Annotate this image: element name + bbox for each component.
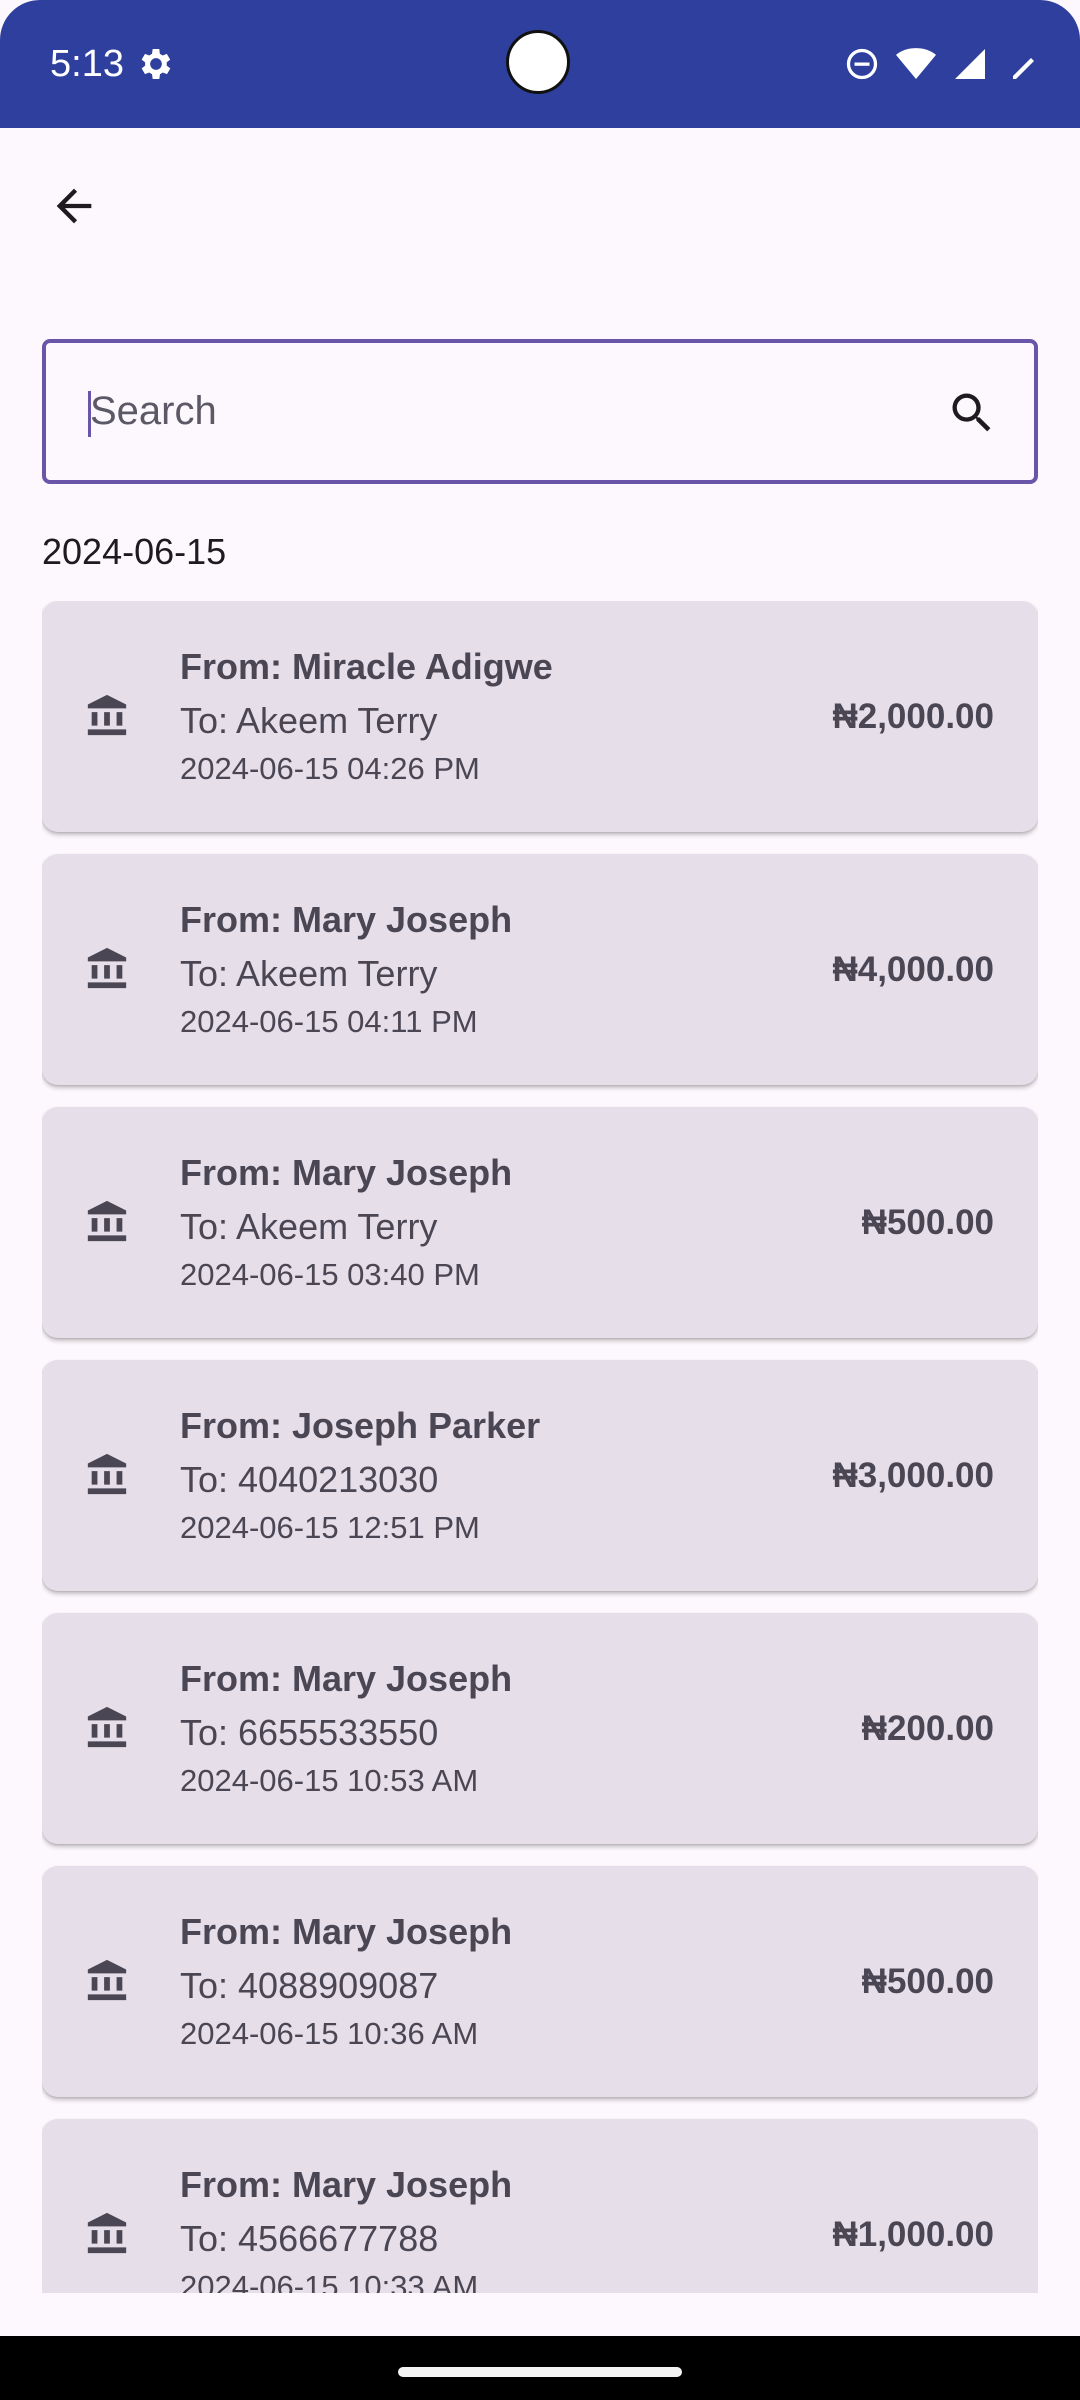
transaction-recipient: To: 4040213030: [180, 1459, 439, 1500]
transaction-datetime: 2024-06-15 10:36 AM: [180, 2016, 479, 2051]
back-button[interactable]: [40, 172, 108, 240]
search-field[interactable]: [42, 339, 1038, 484]
battery-icon: [1013, 58, 1034, 79]
transaction-amount: ₦3,000.00: [832, 1456, 994, 1495]
bank-icon: [87, 947, 127, 989]
camera-cutout: [506, 30, 570, 94]
wifi-icon: [896, 48, 936, 79]
transaction-card[interactable]: From: Mary Joseph To: Akeem Terry 2024-0…: [42, 854, 1038, 1085]
transaction-amount: ₦200.00: [861, 1709, 994, 1748]
transaction-sender: From: Mary Joseph: [180, 2164, 513, 2205]
text-cursor: [88, 391, 91, 437]
arrow-back-icon: [56, 188, 92, 224]
transaction-datetime: 2024-06-15 04:11 PM: [180, 1004, 478, 1039]
bank-icon: [87, 694, 127, 736]
transaction-list[interactable]: From: Miracle Adigwe To: Akeem Terry 202…: [42, 601, 1038, 2293]
transaction-card[interactable]: From: Miracle Adigwe To: Akeem Terry 202…: [42, 601, 1038, 832]
transaction-card[interactable]: From: Mary Joseph To: 4088909087 2024-06…: [42, 1866, 1038, 2097]
transaction-card[interactable]: From: Joseph Parker To: 4040213030 2024-…: [42, 1360, 1038, 1591]
transaction-recipient: To: 6655533550: [180, 1712, 439, 1753]
transaction-sender: From: Joseph Parker: [180, 1405, 541, 1446]
transaction-sender: From: Miracle Adigwe: [180, 646, 553, 687]
transaction-recipient: To: 4566677788: [180, 2218, 439, 2259]
transaction-card[interactable]: From: Mary Joseph To: Akeem Terry 2024-0…: [42, 1107, 1038, 1338]
transaction-recipient: To: Akeem Terry: [180, 700, 438, 741]
transaction-datetime: 2024-06-15 12:51 PM: [180, 1510, 480, 1545]
search-input[interactable]: [86, 343, 920, 480]
transaction-amount: ₦2,000.00: [832, 697, 994, 736]
transaction-sender: From: Mary Joseph: [180, 1658, 513, 1699]
transaction-recipient: To: 4088909087: [180, 1965, 439, 2006]
transaction-sender: From: Mary Joseph: [180, 899, 513, 940]
transaction-card[interactable]: From: Mary Joseph To: 6655533550 2024-06…: [42, 1613, 1038, 1844]
transaction-amount: ₦4,000.00: [832, 950, 994, 989]
cellular-signal-icon: [955, 49, 985, 79]
transaction-card[interactable]: From: Mary Joseph To: 4566677788 2024-06…: [42, 2119, 1038, 2293]
bank-icon: [87, 1706, 127, 1748]
transaction-sender: From: Mary Joseph: [180, 1152, 513, 1193]
transaction-sender: From: Mary Joseph: [180, 1911, 513, 1952]
date-group-header: 2024-06-15: [42, 531, 227, 572]
transaction-recipient: To: Akeem Terry: [180, 1206, 438, 1247]
transaction-datetime: 2024-06-15 03:40 PM: [180, 1257, 480, 1292]
home-indicator[interactable]: [398, 2367, 682, 2377]
transaction-amount: ₦500.00: [861, 1203, 994, 1242]
transaction-datetime: 2024-06-15 04:26 PM: [180, 751, 480, 786]
bank-icon: [87, 1453, 127, 1495]
status-bar: 5:13: [0, 0, 1080, 128]
status-icons: [844, 44, 1040, 84]
do-not-disturb-icon: [846, 48, 878, 80]
search-icon[interactable]: [946, 387, 998, 439]
transaction-datetime: 2024-06-15 10:33 AM: [180, 2269, 479, 2293]
status-time: 5:13: [50, 43, 124, 85]
transaction-recipient: To: Akeem Terry: [180, 953, 438, 994]
transaction-amount: ₦500.00: [861, 1962, 994, 2001]
settings-gear-icon: [141, 49, 171, 79]
bank-icon: [87, 2212, 127, 2254]
bank-icon: [87, 1200, 127, 1242]
transaction-datetime: 2024-06-15 10:53 AM: [180, 1763, 479, 1798]
transaction-amount: ₦1,000.00: [832, 2215, 994, 2254]
bank-icon: [87, 1959, 127, 2001]
